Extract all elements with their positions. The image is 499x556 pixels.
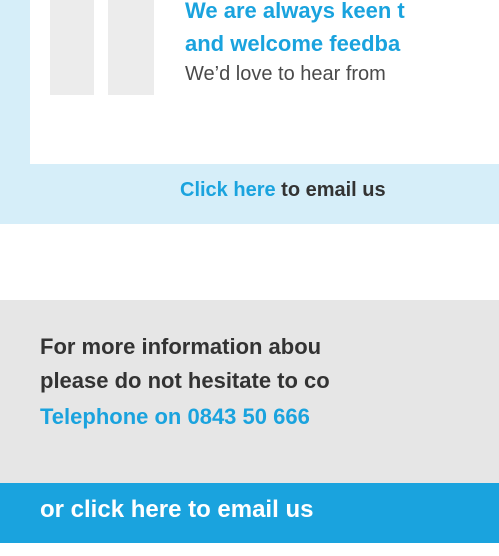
page: We are always keen t and welcome feedba … <box>0 0 499 556</box>
feedback-panel: We are always keen t and welcome feedba … <box>0 0 499 224</box>
contact-panel: For more information abou please do not … <box>0 300 499 543</box>
email-us-bar[interactable]: or click here to email us <box>0 483 499 543</box>
feedback-heading: We are always keen t and welcome feedba <box>185 0 499 60</box>
feedback-card: We are always keen t and welcome feedba … <box>30 0 499 164</box>
feedback-heading-line2: and welcome feedba <box>185 31 401 56</box>
contact-text: For more information abou please do not … <box>40 330 330 398</box>
telephone-number[interactable]: Telephone on 0843 50 666 <box>40 400 310 434</box>
email-line-rest: to email us <box>275 179 386 201</box>
feedback-subtext: We’d love to hear from <box>185 63 386 85</box>
click-here-email-link[interactable]: Click here <box>180 179 276 201</box>
quote-mark-icon <box>50 0 160 95</box>
feedback-heading-line1: We are always keen t <box>185 0 405 23</box>
contact-line2: please do not hesitate to co <box>40 368 330 393</box>
email-us-link[interactable]: or click here to email us <box>40 495 313 525</box>
contact-line1: For more information abou <box>40 334 322 359</box>
email-line: Click here to email us <box>180 176 386 204</box>
